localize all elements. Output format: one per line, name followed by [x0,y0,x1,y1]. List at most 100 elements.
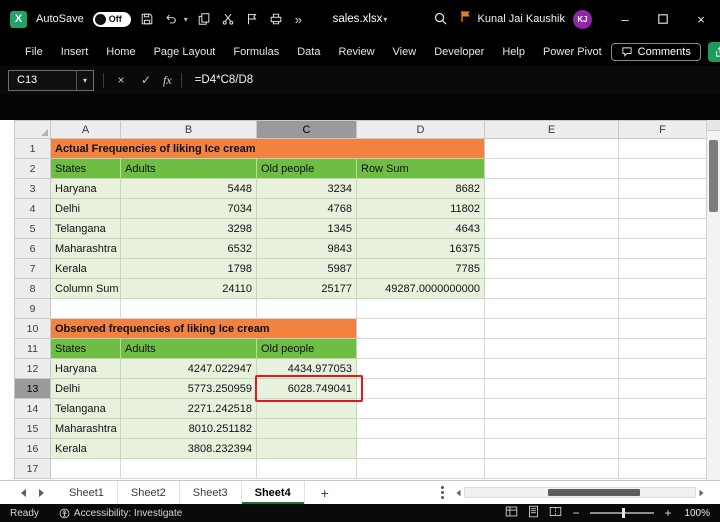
row-header-13[interactable]: 13 [14,378,51,399]
cell-B15[interactable]: 8010.251182 [120,418,257,439]
cell-E15[interactable] [484,418,619,439]
cell-E16[interactable] [484,438,619,459]
cell-F4[interactable] [618,198,707,219]
scroll-left-icon[interactable] [456,489,461,496]
column-header-C[interactable]: C [256,120,357,139]
chevron-down-icon[interactable]: ▾ [76,70,93,90]
cell-F8[interactable] [618,278,707,299]
cell-F9[interactable] [618,298,707,319]
cell-E1[interactable] [484,138,619,159]
tab-view[interactable]: View [384,38,426,66]
cell-A14[interactable]: Telangana [50,398,121,419]
avatar[interactable]: KJ [573,9,592,29]
cell-B9[interactable] [120,298,257,319]
tab-sheet2[interactable]: Sheet2 [118,481,180,504]
tab-file[interactable]: File [16,38,52,66]
row-header-11[interactable]: 11 [14,338,51,359]
sheet-nav-right-icon[interactable] [32,488,50,497]
cell-D9[interactable] [356,298,485,319]
cell-E6[interactable] [484,238,619,259]
column-header-F[interactable]: F [618,120,707,139]
cell-B7[interactable]: 1798 [120,258,257,279]
tab-help[interactable]: Help [493,38,534,66]
horizontal-scrollbar-thumb[interactable] [547,489,640,496]
cell-E5[interactable] [484,218,619,239]
tab-sheet1[interactable]: Sheet1 [56,481,118,504]
printer-icon[interactable] [269,12,284,27]
cell-C8[interactable]: 25177 [256,278,357,299]
cell-D15[interactable] [356,418,485,439]
cell-B6[interactable]: 6532 [120,238,257,259]
cell-B8[interactable]: 24110 [120,278,257,299]
tab-review[interactable]: Review [329,38,383,66]
tab-page-layout[interactable]: Page Layout [145,38,225,66]
cell-B4[interactable]: 7034 [120,198,257,219]
page-break-view-icon[interactable] [549,505,562,521]
row-header-6[interactable]: 6 [14,238,51,259]
tab-developer[interactable]: Developer [425,38,493,66]
add-sheet-button[interactable]: + [315,485,335,501]
cell-E11[interactable] [484,338,619,359]
document-title[interactable]: sales.xlsx [333,13,383,25]
row-header-15[interactable]: 15 [14,418,51,439]
horizontal-scrollbar[interactable] [456,487,704,498]
copy-icon[interactable] [197,12,212,27]
cell-D13[interactable] [356,378,485,399]
cell-F3[interactable] [618,178,707,199]
horizontal-scrollbar-track[interactable] [464,487,696,498]
row-header-2[interactable]: 2 [14,158,51,179]
cell-F5[interactable] [618,218,707,239]
zoom-in-button[interactable]: + [663,506,673,520]
maximize-button[interactable] [644,0,682,38]
tab-formulas[interactable]: Formulas [224,38,288,66]
cell-A12[interactable]: Haryana [50,358,121,379]
cell-F1[interactable] [618,138,707,159]
cell-C5[interactable]: 1345 [256,218,357,239]
autosave-toggle[interactable]: Off [92,11,131,27]
scrollbar-split-handle[interactable] [707,120,720,131]
tab-sheet3[interactable]: Sheet3 [180,481,242,504]
cell-E9[interactable] [484,298,619,319]
cell-D7[interactable]: 7785 [356,258,485,279]
normal-view-icon[interactable] [505,505,518,521]
row-header-7[interactable]: 7 [14,258,51,279]
cell-D16[interactable] [356,438,485,459]
zoom-level[interactable]: 100% [682,508,710,519]
row-header-5[interactable]: 5 [14,218,51,239]
cell-C13[interactable]: 6028.749041 [256,378,357,399]
cell-F17[interactable] [618,458,707,479]
row-header-16[interactable]: 16 [14,438,51,459]
tab-insert[interactable]: Insert [52,38,98,66]
cell-F11[interactable] [618,338,707,359]
cell-D2[interactable]: Row Sum [356,158,485,179]
cell-A17[interactable] [50,458,121,479]
cell-A4[interactable]: Delhi [50,198,121,219]
cell-E12[interactable] [484,358,619,379]
row-header-3[interactable]: 3 [14,178,51,199]
scroll-right-icon[interactable] [699,489,704,496]
cell-F15[interactable] [618,418,707,439]
row-header-12[interactable]: 12 [14,358,51,379]
cell-A1[interactable]: Actual Frequencies of liking Ice cream [50,138,485,159]
cell-D3[interactable]: 8682 [356,178,485,199]
cell-D12[interactable] [356,358,485,379]
cell-F7[interactable] [618,258,707,279]
cell-E14[interactable] [484,398,619,419]
cell-B5[interactable]: 3298 [120,218,257,239]
row-header-1[interactable]: 1 [14,138,51,159]
enter-icon[interactable]: ✓ [138,73,154,87]
column-header-E[interactable]: E [484,120,619,139]
cell-F6[interactable] [618,238,707,259]
cell-A5[interactable]: Telangana [50,218,121,239]
column-header-D[interactable]: D [356,120,485,139]
column-header-A[interactable]: A [50,120,121,139]
cell-B3[interactable]: 5448 [120,178,257,199]
cell-E13[interactable] [484,378,619,399]
cell-B12[interactable]: 4247.022947 [120,358,257,379]
cell-A13[interactable]: Delhi [50,378,121,399]
formula-input[interactable]: =D4*C8/D8 [191,74,254,86]
zoom-slider[interactable] [590,508,654,518]
cell-B17[interactable] [120,458,257,479]
cell-F16[interactable] [618,438,707,459]
cut-icon[interactable] [221,12,236,27]
